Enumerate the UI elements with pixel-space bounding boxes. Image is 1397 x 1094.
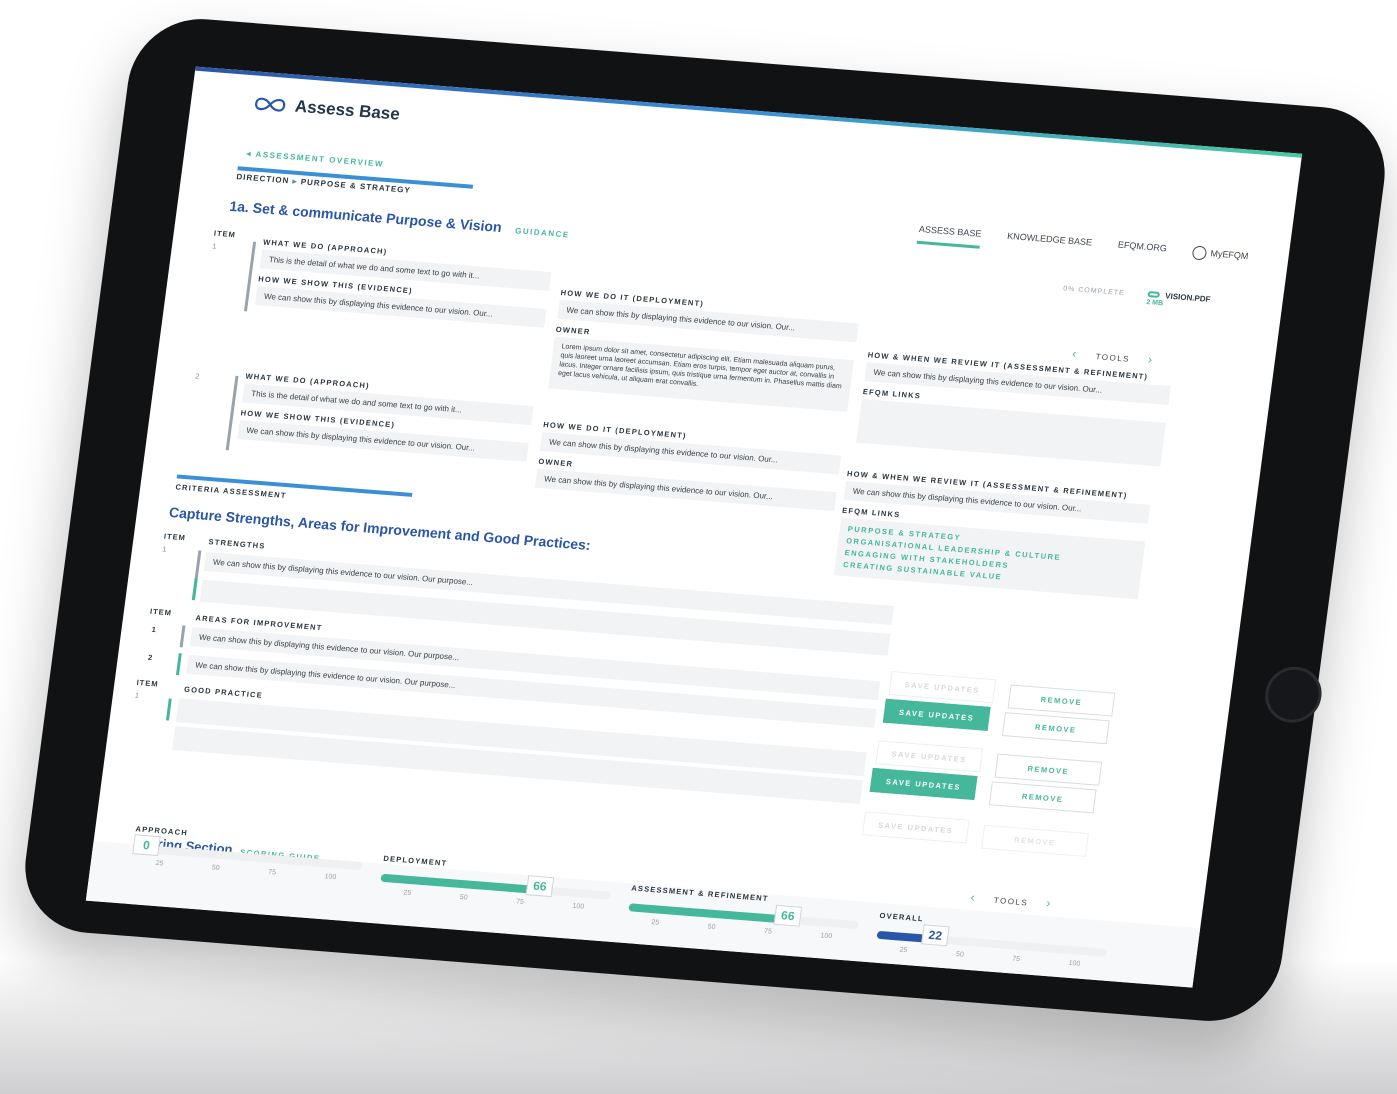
nav-efqm-org[interactable]: EFQM.ORG (1116, 240, 1167, 264)
guidance-link[interactable]: GUIDANCE (515, 226, 571, 239)
remove-button[interactable]: REMOVE (1001, 712, 1110, 745)
tick-label: 100 (324, 873, 337, 882)
tick-label: 75 (1011, 955, 1021, 964)
item-label: ITEM (136, 677, 160, 689)
remove-button[interactable]: REMOVE (1007, 684, 1116, 717)
home-button[interactable] (1261, 664, 1325, 725)
item-number: 2 (147, 652, 154, 663)
remove-button[interactable]: REMOVE (988, 781, 1097, 814)
score-value: 0 (132, 834, 161, 857)
review-column: HOW & WHEN WE REVIEW IT (ASSESSMENT & RE… (855, 350, 1172, 472)
review-column: HOW & WHEN WE REVIEW IT (ASSESSMENT & RE… (833, 469, 1152, 605)
save-updates-button[interactable]: SAVE UPDATES (882, 698, 991, 731)
tick-label: 100 (572, 902, 585, 911)
deployment-column: HOW WE DO IT (DEPLOYMENT) We can show th… (547, 288, 860, 418)
item-divider-active (175, 653, 182, 676)
score-value: 22 (921, 924, 950, 947)
item-number: 1 (161, 544, 169, 554)
tick-label: 25 (155, 859, 164, 868)
user-name: MyEFQM (1209, 248, 1250, 262)
tick-label: 50 (459, 893, 469, 902)
tick-label: 75 (267, 868, 277, 877)
item-label: ITEM (163, 531, 187, 543)
score-assessment: ASSESSMENT & REFINEMENT 66 25 50 75 100 (623, 883, 861, 971)
item-header: ITEM (149, 607, 172, 618)
approach-column: WHAT WE DO (APPROACH) This is the detail… (236, 372, 535, 468)
breadcrumb-parent[interactable]: DIRECTION (236, 172, 290, 185)
tick-label: 75 (515, 898, 525, 906)
chevron-right-icon[interactable]: › (1045, 896, 1052, 910)
user-icon (1191, 245, 1208, 261)
tick-label: 50 (707, 923, 716, 932)
tick-label: 25 (650, 919, 660, 927)
item-label: ITEM (213, 228, 237, 240)
tick-label: 50 (955, 951, 965, 959)
strengths-label: STRENGTHS (208, 537, 267, 551)
save-updates-button[interactable]: SAVE UPDATES (869, 767, 978, 800)
tick-label: 100 (819, 932, 833, 941)
score-value: 66 (525, 875, 555, 898)
save-updates-button-disabled[interactable]: SAVE UPDATES (861, 811, 970, 844)
tools-nav-bottom: ‹ TOOLS › (952, 889, 1071, 912)
item-divider-active (191, 578, 198, 601)
deployment-column: HOW WE DO IT (DEPLOYMENT) We can show th… (534, 420, 843, 517)
nav-knowledge-base[interactable]: KNOWLEDGE BASE (1005, 231, 1093, 258)
item-number: 1 (211, 241, 219, 251)
back-to-overview-link[interactable]: ◂ ASSESSMENT OVERVIEW (246, 149, 385, 169)
app-logo[interactable]: Assess Base (252, 93, 401, 124)
remove-button[interactable]: REMOVE (994, 753, 1103, 786)
good-practice-label: GOOD PRACTICE (183, 684, 264, 700)
item-number: 1 (151, 624, 158, 635)
item-header: 2 (195, 368, 202, 381)
nav-assess-base[interactable]: ASSESS BASE (917, 223, 983, 249)
item-divider (179, 625, 186, 648)
tools-label: TOOLS (1095, 352, 1131, 364)
attachment[interactable]: VISION.PDF 2 MB (1146, 290, 1211, 311)
remove-button-disabled[interactable]: REMOVE (981, 824, 1089, 857)
save-updates-button-disabled[interactable]: SAVE UPDATES (875, 740, 984, 773)
item-divider-active (165, 698, 172, 721)
tick-label: 75 (763, 927, 773, 936)
tick-label: 100 (1068, 959, 1081, 968)
chevron-left-icon[interactable]: ‹ (970, 890, 977, 904)
item-header: ITEM 1 (134, 678, 159, 702)
page-title: 1a. Set & communicate Purpose & Vision G… (229, 198, 571, 241)
item-label: ITEM (149, 606, 173, 618)
chevron-left-icon[interactable]: ‹ (1072, 346, 1079, 360)
completion-status: 0% COMPLETE (1062, 285, 1126, 298)
app-name: Assess Base (293, 96, 401, 124)
app-screen: Assess Base ASSESS BASE KNOWLEDGE BASE E… (85, 66, 1303, 988)
score-deployment: DEPLOYMENT 66 25 50 75 100 (375, 854, 613, 942)
item-number: 2 (194, 371, 201, 381)
chevron-right-icon[interactable]: › (1147, 352, 1154, 366)
nav-user[interactable]: MyEFQM (1191, 245, 1249, 269)
top-nav: ASSESS BASE KNOWLEDGE BASE EFQM.ORG MyEF… (917, 223, 1249, 270)
tools-nav-top: ‹ TOOLS › (1054, 345, 1173, 368)
item-number: 1 (134, 690, 141, 701)
save-updates-button-disabled[interactable]: SAVE UPDATES (888, 671, 997, 704)
tick-label: 50 (211, 864, 221, 872)
tick-label: 25 (899, 946, 908, 955)
attachment-icon (1146, 291, 1160, 298)
page-title-text: 1a. Set & communicate Purpose & Vision (228, 197, 503, 236)
infinity-logo-icon (255, 97, 286, 112)
tick-label: 25 (402, 889, 412, 898)
item-header: ITEM 1 (212, 229, 237, 253)
tablet-device: Assess Base ASSESS BASE KNOWLEDGE BASE E… (16, 13, 1394, 1027)
item-header: ITEM 1 (162, 532, 187, 556)
score-value: 66 (773, 904, 803, 927)
tools-label: TOOLS (993, 895, 1029, 908)
approach-column: WHAT WE DO (APPROACH) This is the detail… (254, 238, 553, 334)
breadcrumb-separator: ▸ (291, 176, 299, 186)
